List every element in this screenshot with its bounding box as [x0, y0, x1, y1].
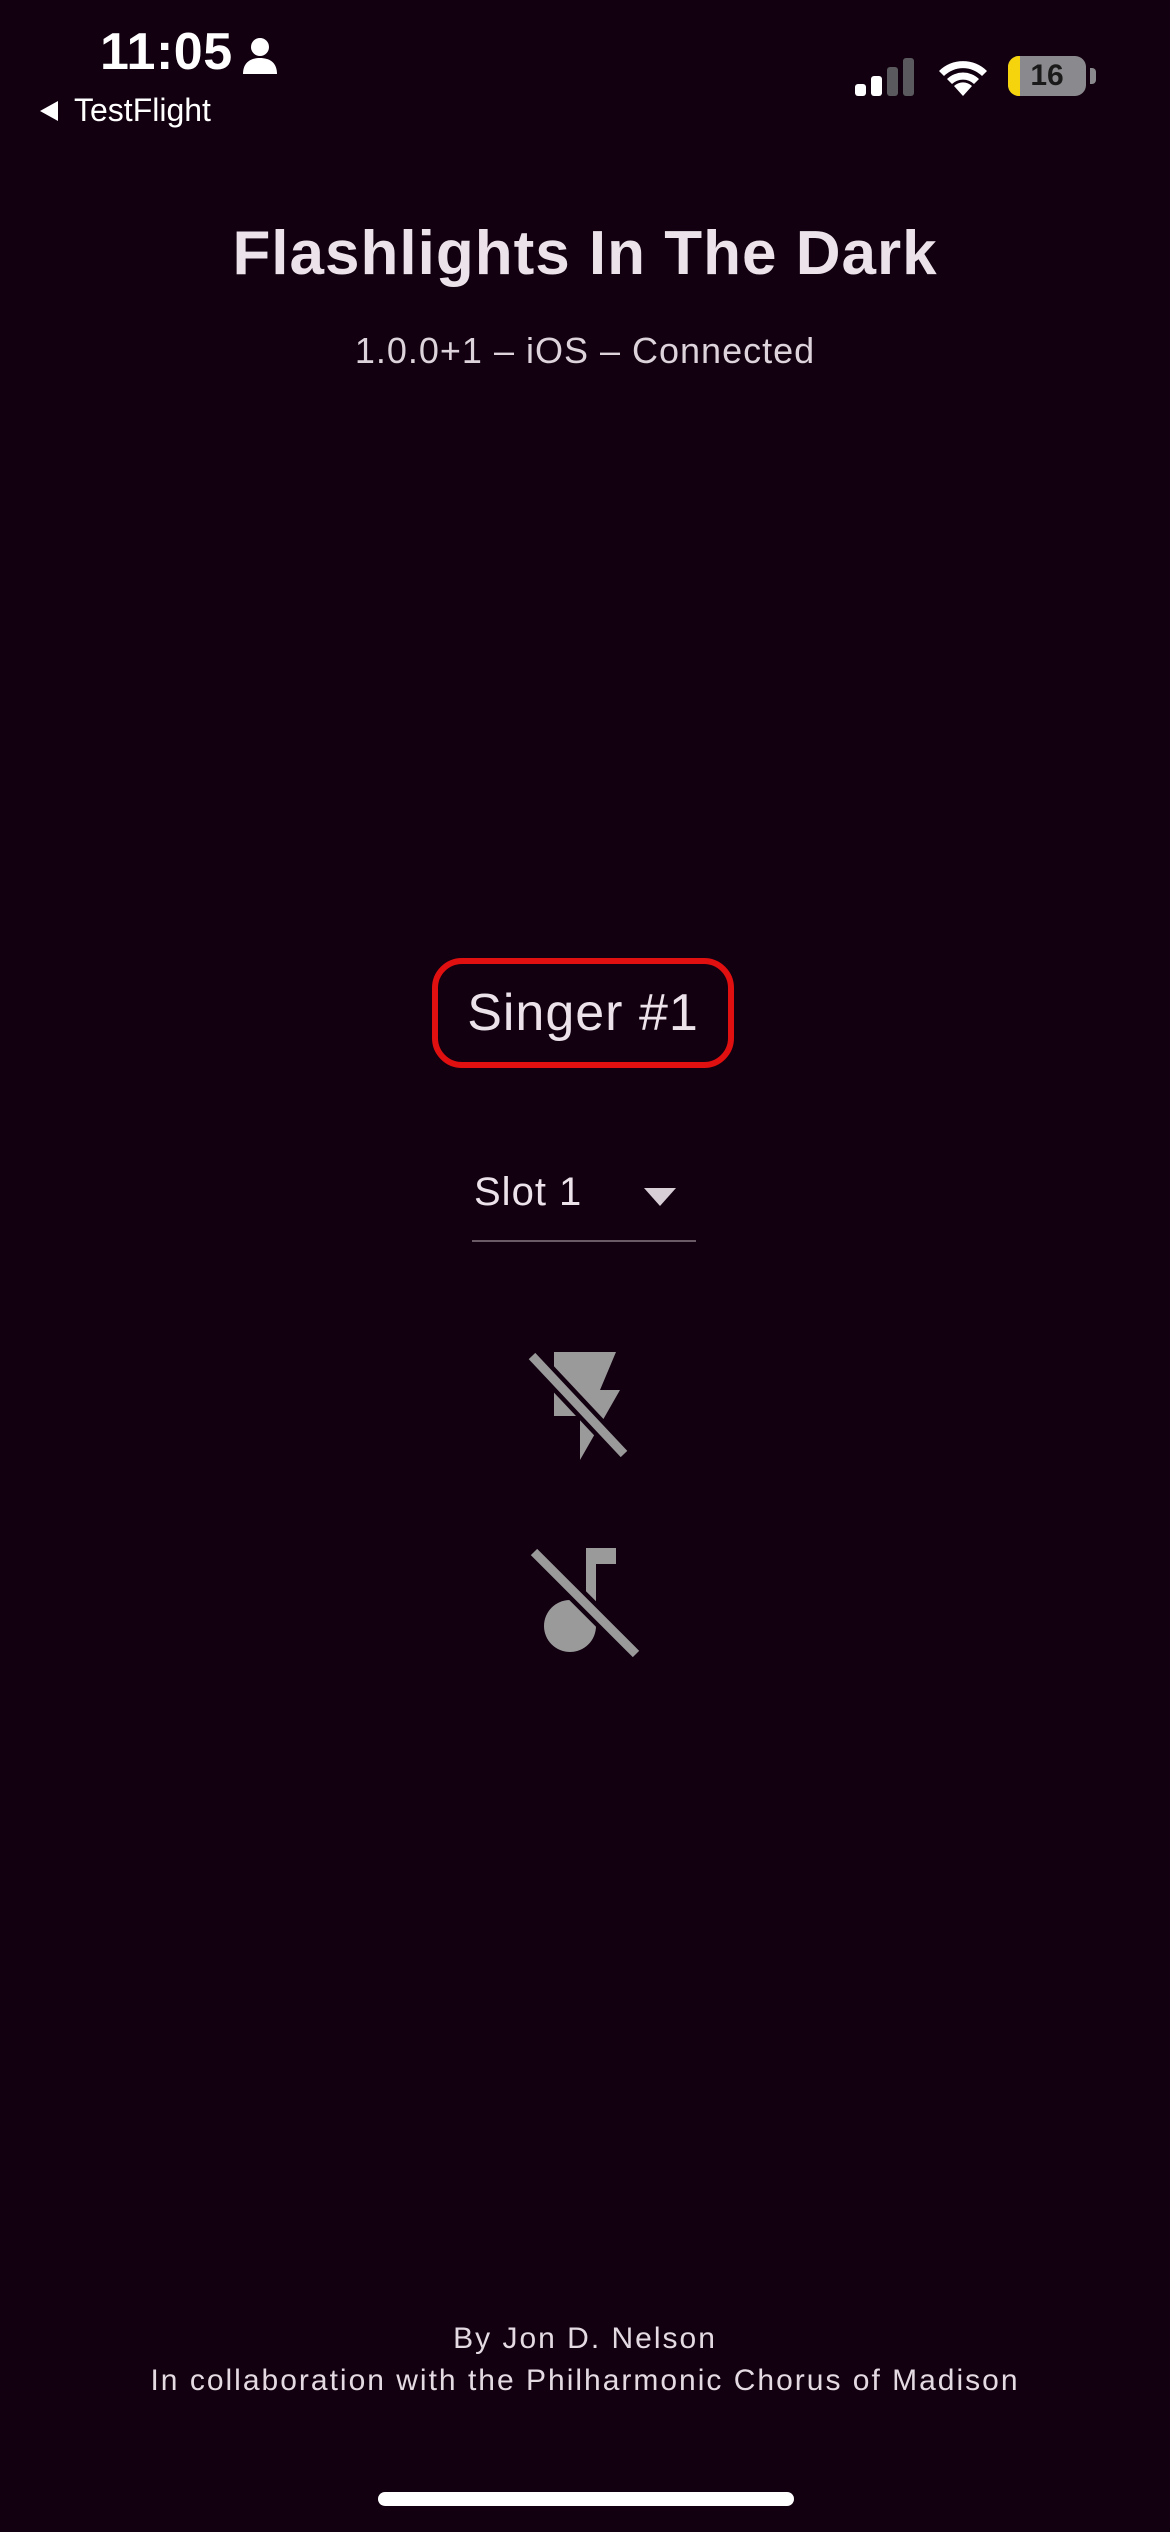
person-icon	[243, 38, 277, 74]
slot-selected-value: Slot 1	[474, 1170, 583, 1214]
wifi-icon	[939, 61, 987, 96]
app-title: Flashlights In The Dark	[232, 219, 938, 288]
flash-off-icon[interactable]	[520, 1346, 630, 1472]
music-off-icon[interactable]	[526, 1544, 642, 1658]
dropdown-arrow-icon	[644, 1188, 676, 1206]
credit-author: By Jon D. Nelson	[453, 2322, 717, 2355]
back-to-testflight-link[interactable]: TestFlight	[38, 92, 211, 129]
battery-level: 16	[1030, 59, 1064, 92]
status-bar: 11:05 TestFlight 16	[0, 0, 1170, 140]
singer-label: Singer #1	[432, 958, 734, 1068]
battery-nub	[1090, 68, 1096, 84]
home-indicator[interactable]	[378, 2492, 794, 2506]
status-time: 11:05	[100, 23, 233, 81]
cellular-signal-icon	[855, 58, 914, 96]
back-app-label: TestFlight	[74, 92, 211, 128]
back-arrow-icon	[40, 100, 58, 121]
battery-icon: 16	[1008, 56, 1086, 96]
slot-dropdown[interactable]: Slot 1	[472, 1160, 696, 1242]
app-subtitle: 1.0.0+1 – iOS – Connected	[354, 330, 816, 371]
credit-collaboration: In collaboration with the Philharmonic C…	[150, 2364, 1020, 2397]
